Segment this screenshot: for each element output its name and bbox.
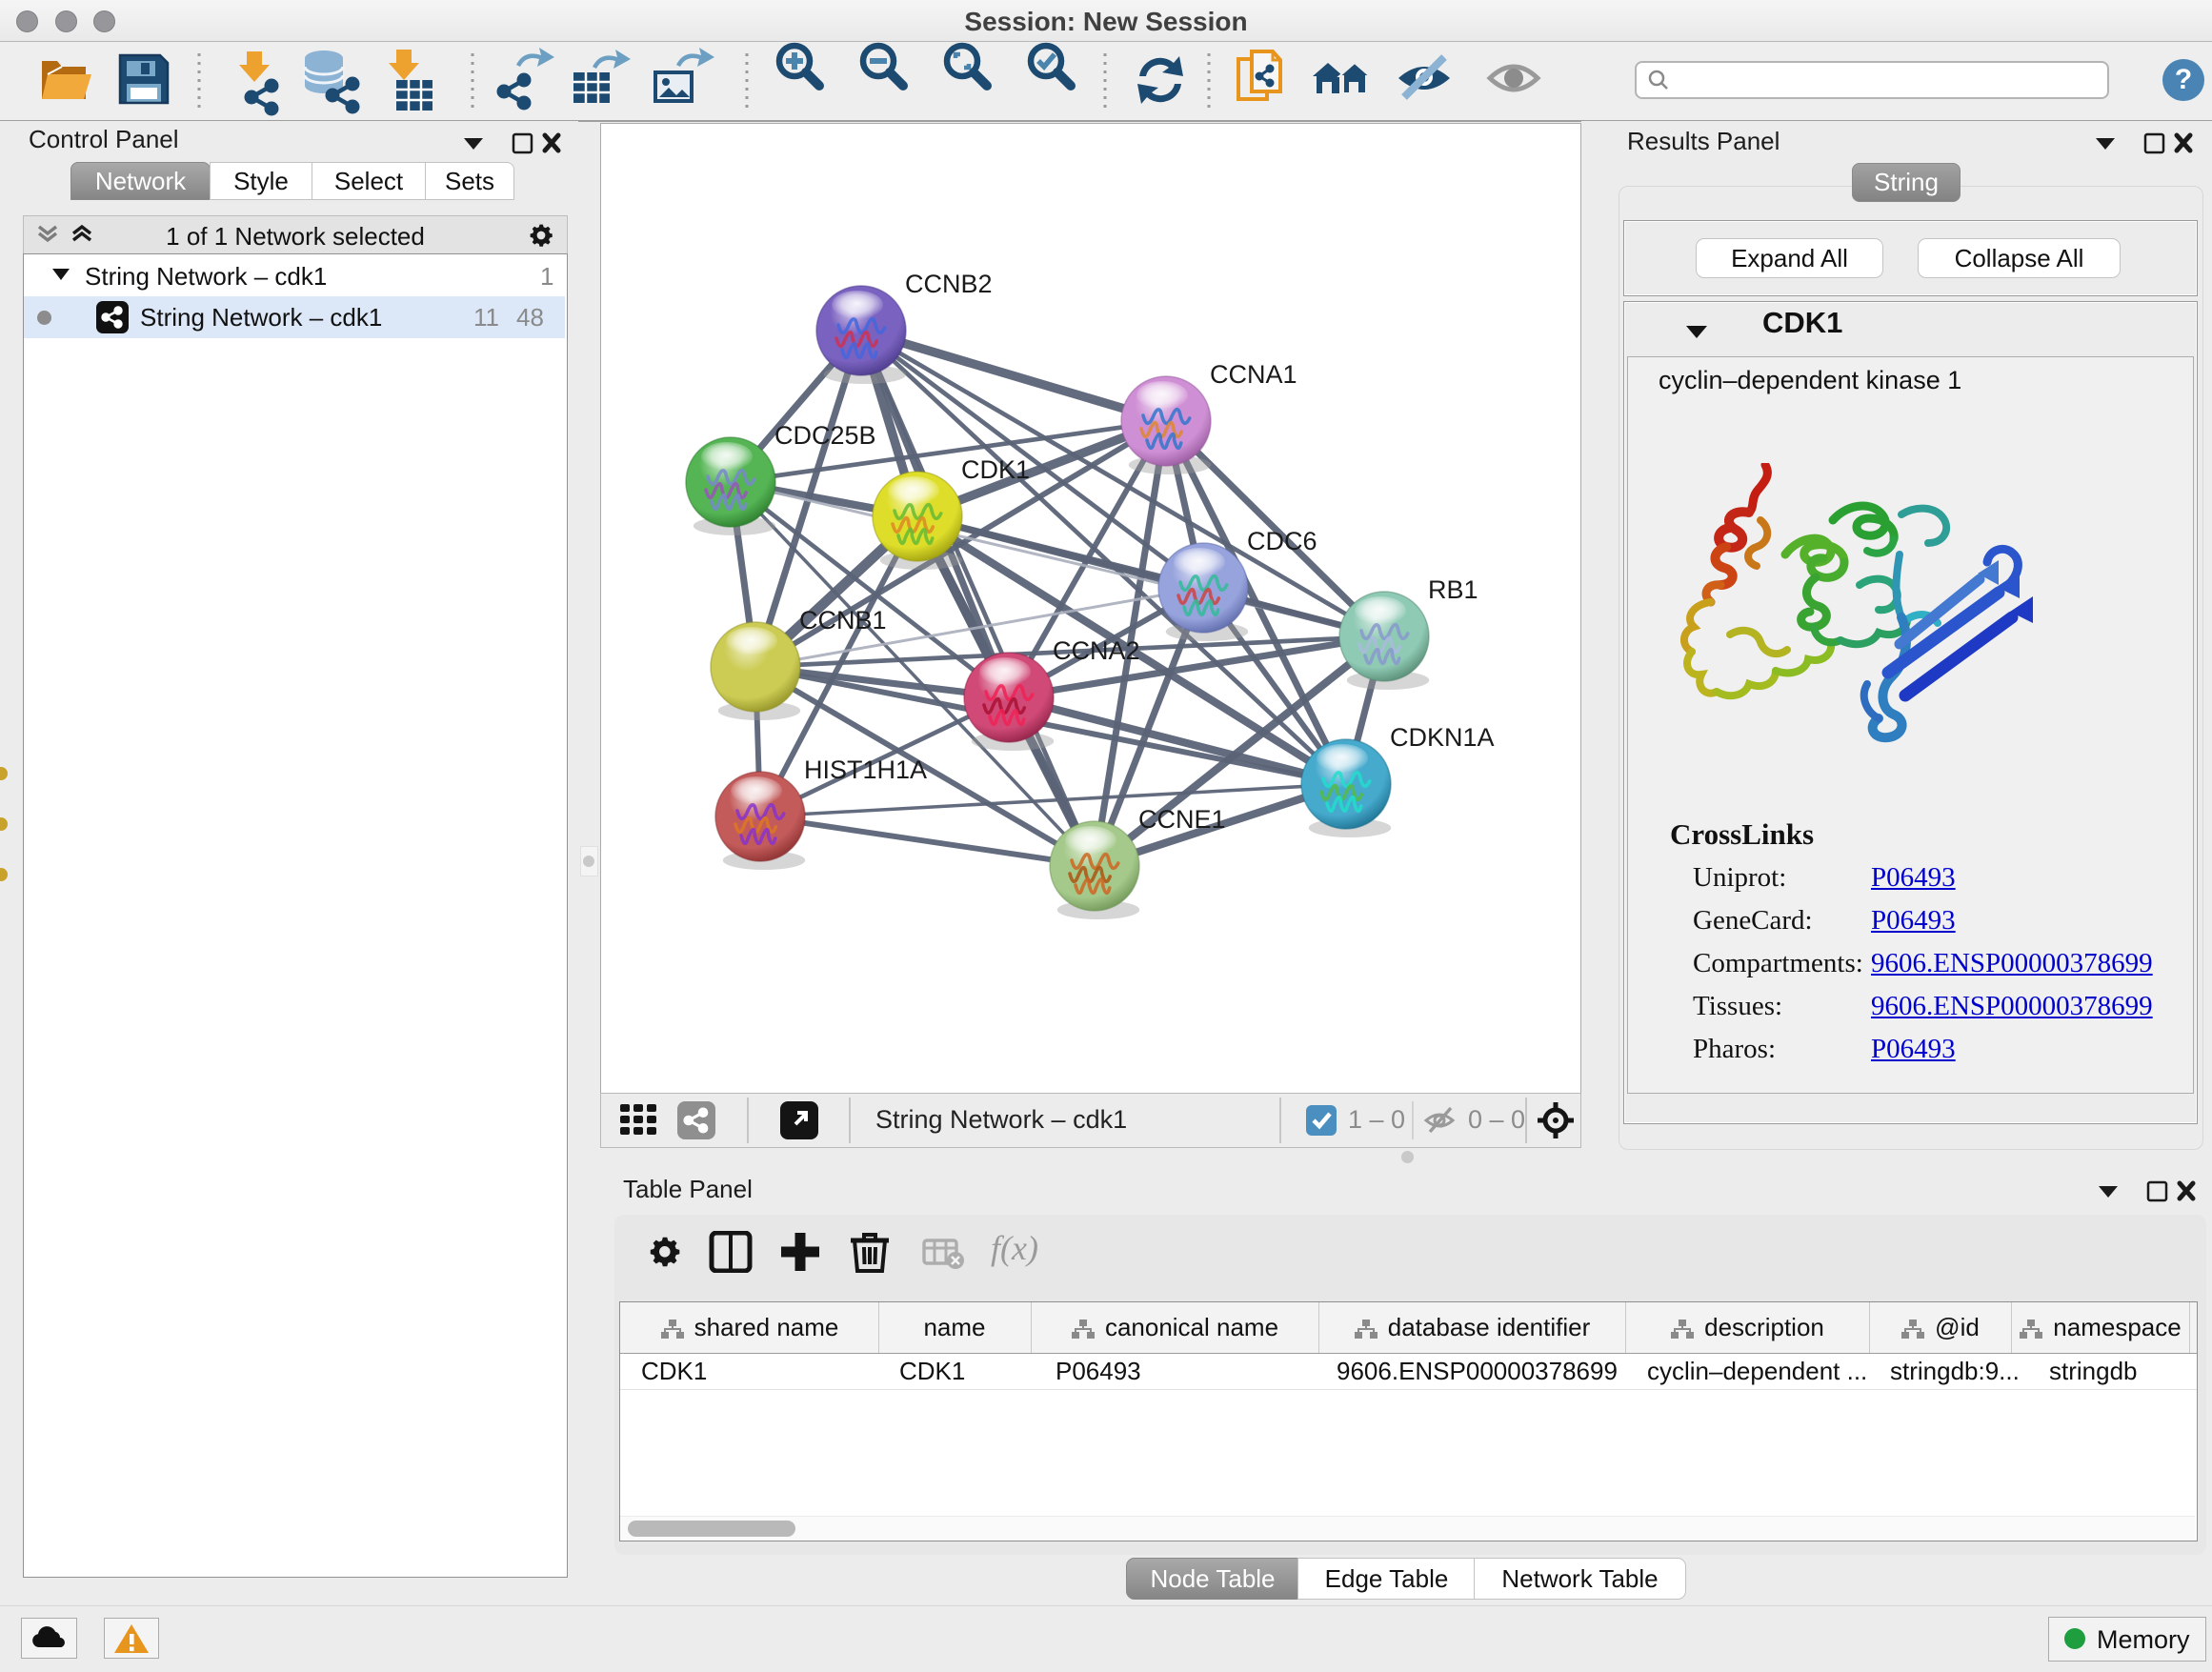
- svg-text:CDK1: CDK1: [961, 455, 1030, 484]
- svg-text:CDC6: CDC6: [1247, 527, 1317, 555]
- svg-text:CCNB1: CCNB1: [799, 606, 887, 635]
- svg-text:CCNE1: CCNE1: [1138, 805, 1226, 834]
- svg-text:CDKN1A: CDKN1A: [1390, 723, 1495, 752]
- svg-text:CDC25B: CDC25B: [774, 421, 876, 450]
- svg-text:CCNB2: CCNB2: [905, 270, 993, 298]
- svg-text:CCNA1: CCNA1: [1210, 360, 1297, 389]
- svg-text:HIST1H1A: HIST1H1A: [804, 755, 927, 784]
- svg-text:RB1: RB1: [1428, 575, 1478, 604]
- svg-text:CCNA2: CCNA2: [1053, 636, 1140, 665]
